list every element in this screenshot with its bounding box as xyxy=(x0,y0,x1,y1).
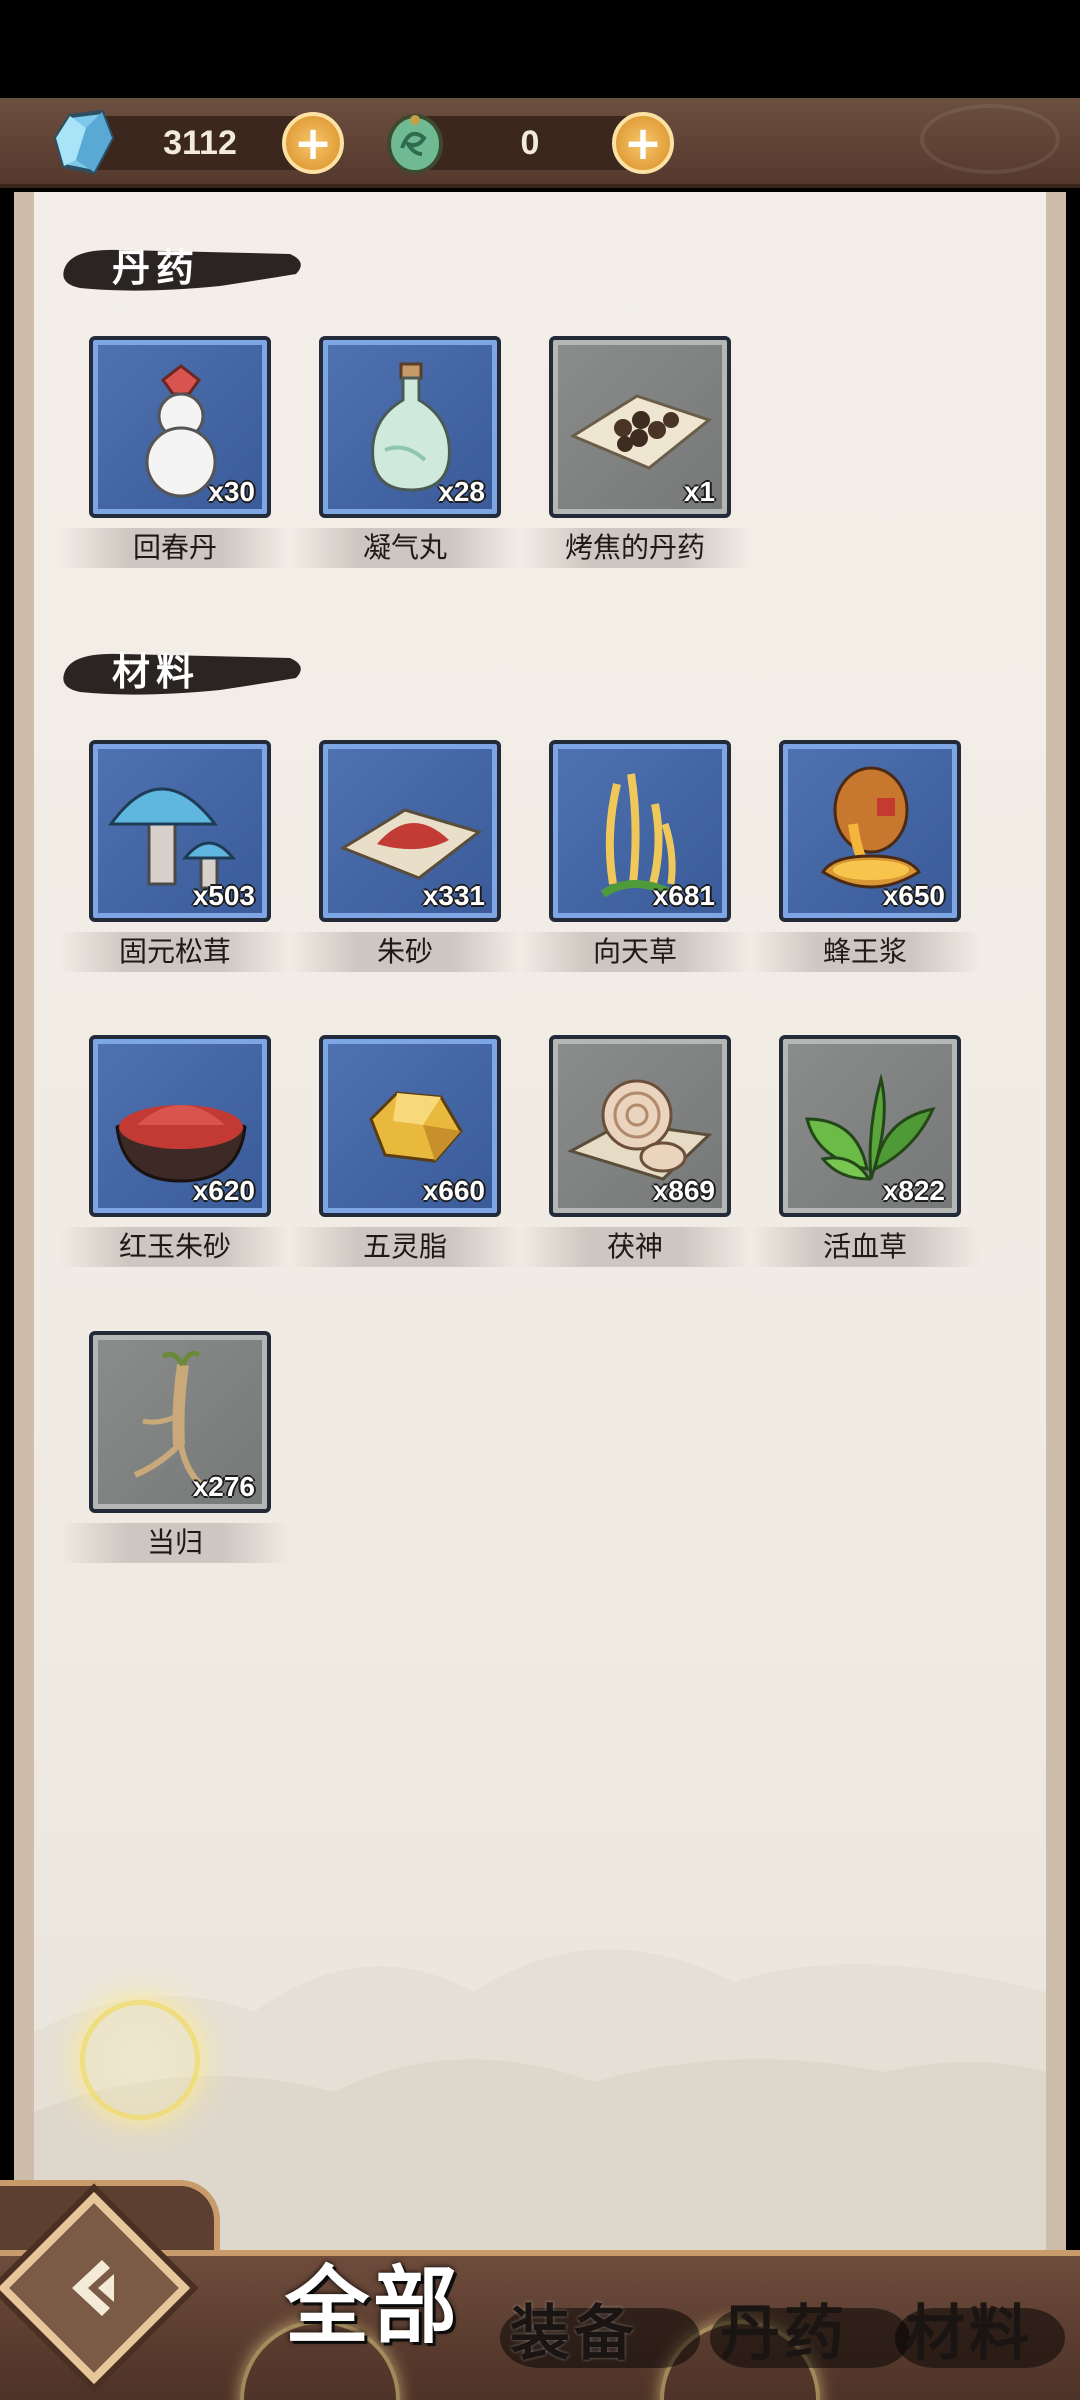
item-count: x1 xyxy=(683,476,715,507)
bottom-nav: 全部 装备 丹药 材料 xyxy=(0,2180,1080,2400)
item-name: 蜂王浆 xyxy=(822,935,907,968)
item-name: 活血草 xyxy=(822,1230,907,1263)
item-name: 向天草 xyxy=(592,935,677,968)
item-frame: x503 xyxy=(89,740,271,922)
section-title: 材料 xyxy=(112,649,201,694)
tab-equipment[interactable]: 装备 xyxy=(500,2278,700,2390)
item-slot[interactable]: x28 凝气丸 xyxy=(290,336,520,576)
spirit-stone-counter: 3112 + xyxy=(53,109,344,175)
item-count: x28 xyxy=(438,476,485,507)
item-slot[interactable]: x30 回春丹 xyxy=(60,336,290,576)
item-count: x276 xyxy=(192,1471,255,1502)
item-name: 固元松茸 xyxy=(118,935,231,968)
section-title: 丹药 xyxy=(112,245,201,290)
item-slot[interactable]: x681 向天草 xyxy=(520,740,750,980)
item-frame: x869 xyxy=(549,1035,731,1217)
item-name: 回春丹 xyxy=(132,531,217,564)
tab-equipment-label: 装备 xyxy=(510,2299,638,2369)
spirit-stone-icon xyxy=(53,109,115,175)
item-count: x503 xyxy=(192,880,255,911)
item-count: x822 xyxy=(882,1175,945,1206)
back-arrow-icon xyxy=(72,2260,114,2316)
item-slot[interactable]: x620 红玉朱砂 xyxy=(60,1035,290,1275)
item-name: 五灵脂 xyxy=(362,1230,447,1263)
item-frame: x276 xyxy=(89,1331,271,1513)
item-frame: x681 xyxy=(549,740,731,922)
add-spirit-stone-button[interactable]: + xyxy=(282,112,344,174)
item-frame: x620 xyxy=(89,1035,271,1217)
item-slot[interactable]: x331 朱砂 xyxy=(290,740,520,980)
tab-pills-label: 丹药 xyxy=(720,2299,848,2369)
item-name: 烤焦的丹药 xyxy=(564,531,705,564)
item-count: x869 xyxy=(652,1175,715,1206)
item-name: 当归 xyxy=(146,1526,203,1559)
item-slot[interactable]: x650 蜂王浆 xyxy=(750,740,980,980)
plus-icon: + xyxy=(293,116,333,170)
item-count: x30 xyxy=(208,476,255,507)
tab-all-label: 全部 xyxy=(285,2256,462,2355)
item-name: 茯神 xyxy=(606,1230,663,1263)
item-slot[interactable]: x869 茯神 xyxy=(520,1035,750,1275)
currency-bar: 3112 + 0 + xyxy=(0,98,1080,188)
item-slot[interactable]: x822 活血草 xyxy=(750,1035,980,1275)
jade-token-counter: 0 + xyxy=(387,112,674,174)
item-count: x681 xyxy=(652,880,715,911)
item-frame: x822 xyxy=(779,1035,961,1217)
item-slot[interactable]: x503 固元松茸 xyxy=(60,740,290,980)
section-header-materials: 材料 xyxy=(60,640,320,704)
add-jade-token-button[interactable]: + xyxy=(612,112,674,174)
item-name: 红玉朱砂 xyxy=(118,1230,231,1263)
status-bar xyxy=(0,0,1080,98)
item-name: 朱砂 xyxy=(376,935,433,968)
spirit-stone-amount: 3112 xyxy=(163,124,237,162)
tab-materials[interactable]: 材料 xyxy=(895,2278,1065,2390)
orb-ring xyxy=(80,2000,200,2120)
jade-token-amount: 0 xyxy=(520,124,540,162)
tab-all[interactable]: 全部 xyxy=(285,2250,461,2362)
floating-orb-button[interactable] xyxy=(40,1960,240,2160)
item-frame: x660 xyxy=(319,1035,501,1217)
tab-materials-label: 材料 xyxy=(905,2299,1033,2369)
item-slot[interactable]: x660 五灵脂 xyxy=(290,1035,520,1275)
plus-icon: + xyxy=(623,116,663,170)
item-count: x620 xyxy=(192,1175,255,1206)
item-count: x650 xyxy=(882,880,945,911)
jade-token-icon xyxy=(387,114,443,174)
item-count: x331 xyxy=(422,880,485,911)
item-frame: x650 xyxy=(779,740,961,922)
item-slot[interactable]: x276 当归 xyxy=(60,1331,290,1571)
item-frame: x1 xyxy=(549,336,731,518)
item-frame: x331 xyxy=(319,740,501,922)
item-frame: x28 xyxy=(319,336,501,518)
item-count: x660 xyxy=(422,1175,485,1206)
tab-pills[interactable]: 丹药 xyxy=(710,2278,910,2390)
item-frame: x30 xyxy=(89,336,271,518)
cloud-ornament xyxy=(920,104,1060,174)
item-name: 凝气丸 xyxy=(362,531,447,564)
section-header-pills: 丹药 xyxy=(60,236,320,300)
item-slot[interactable]: x1 烤焦的丹药 xyxy=(520,336,750,576)
